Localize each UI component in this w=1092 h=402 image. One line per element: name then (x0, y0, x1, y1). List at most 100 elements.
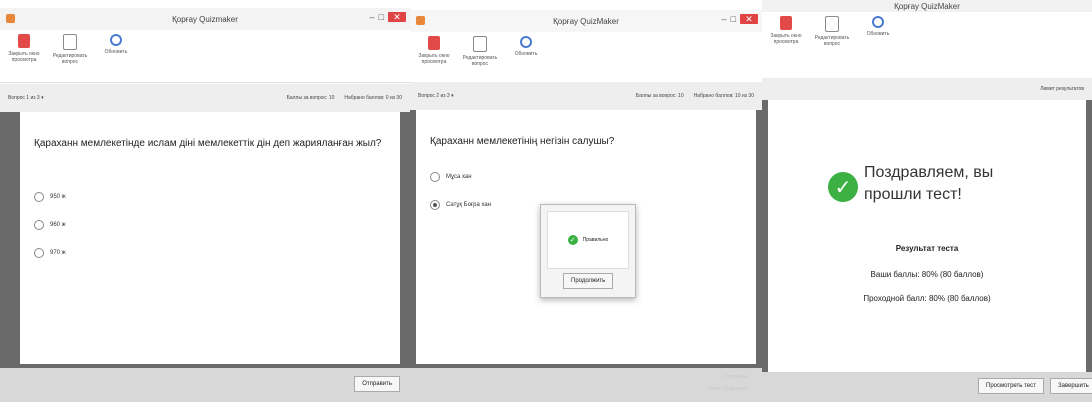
your-score: Ваши баллы: 80% (80 баллов) (870, 270, 984, 279)
window-controls: – □ ✕ (370, 12, 406, 22)
result-title: Результат теста (895, 244, 959, 253)
edit-question-button[interactable]: Редактировать вопрос (460, 32, 500, 82)
submit-button[interactable]: Отправить (354, 376, 400, 392)
continue-button[interactable]: Продолжить (563, 273, 614, 289)
review-test-button[interactable]: Просмотреть тест (978, 378, 1044, 394)
close-preview-button[interactable]: Закрыть окно просмотра (766, 12, 806, 78)
radio-button-selected[interactable] (430, 200, 440, 210)
radio-button[interactable] (430, 172, 440, 182)
bottom-bar: Просмотреть тест Завершить (762, 372, 1092, 402)
close-button[interactable]: ✕ (740, 14, 758, 24)
ribbon: Закрыть окно просмотра Редактировать воп… (0, 30, 410, 83)
question-text: Қараханн мемлекетінде ислам дінi мемлеке… (34, 138, 382, 149)
maximize-button[interactable]: □ (379, 12, 384, 22)
option-label: Мұса хан (446, 174, 472, 180)
window-title: Қорғау Quizmaker (172, 14, 238, 24)
faded-status-label: Ответ отправлен (708, 386, 748, 392)
answer-option[interactable]: 970 ж (34, 248, 66, 258)
edit-doc-icon (63, 34, 77, 50)
ribbon-label: Закрыть окно просмотра (8, 51, 40, 63)
ribbon-label: Редактировать вопрос (814, 35, 850, 47)
result-card: ✓ Поздравляем, вы прошли тест! Результат… (768, 100, 1086, 374)
success-check-icon: ✓ (828, 172, 858, 202)
feedback-popup: ✓ Правильно Продолжить (540, 204, 636, 298)
close-doc-icon (780, 16, 792, 30)
quiz-window-question: Қорғау Quizmaker – □ ✕ Закрыть окно прос… (0, 0, 410, 402)
title-bar: Қорғау Quizmaker – □ ✕ (0, 8, 410, 30)
refresh-button[interactable]: Обновить (96, 30, 136, 82)
edit-doc-icon (825, 16, 839, 32)
window-title: Қорғау QuizMaker (553, 16, 619, 26)
option-label: Сатұқ Боғра хан (446, 202, 492, 208)
close-preview-button[interactable]: Закрыть окно просмотра (4, 30, 44, 82)
ribbon-label: Закрыть окно просмотра (418, 53, 450, 65)
ribbon-label: Закрыть окно просмотра (770, 33, 802, 45)
answer-option[interactable]: 950 ж (34, 192, 66, 202)
result-bar: Лимит результатов (762, 78, 1092, 100)
close-doc-icon (428, 36, 440, 50)
close-doc-icon (18, 34, 30, 48)
refresh-icon (872, 16, 884, 28)
answer-option[interactable]: Мұса хан (430, 172, 472, 182)
radio-button[interactable] (34, 248, 44, 258)
congrats-heading: Поздравляем, вы прошли тест! (864, 164, 994, 203)
bottom-bar: Отправить (0, 368, 410, 402)
ribbon-label: Редактировать вопрос (52, 53, 88, 65)
player-area: Лимит результатов ✓ Поздравляем, вы прош… (762, 78, 1092, 402)
question-card: Қараханн мемлекетінің негізін салушы? Мұ… (416, 110, 756, 364)
question-text: Қараханн мемлекетінің негізін салушы? (430, 136, 615, 147)
radio-button[interactable] (34, 220, 44, 230)
ribbon: Закрыть окно просмотра Редактировать воп… (762, 12, 1092, 79)
ribbon-label: Обновить (514, 51, 538, 57)
edit-question-button[interactable]: Редактировать вопрос (812, 12, 852, 78)
question-bar: Вопрос 1 из 3 ▾ Баллы за вопрос: 10 Набр… (0, 84, 410, 112)
app-icon (416, 16, 425, 25)
answer-option[interactable]: Сатұқ Боғра хан (430, 200, 491, 210)
app-icon (6, 14, 15, 23)
edit-doc-icon (473, 36, 487, 52)
header-right-label: Лимит результатов (1040, 86, 1084, 92)
answer-option[interactable]: 960 ж (34, 220, 66, 230)
close-button[interactable]: ✕ (388, 12, 406, 22)
player-area: Вопрос 2 из 3 ▾ Баллы за вопрос: 10 Набр… (410, 82, 762, 402)
quiz-window-feedback: Қорғау QuizMaker – □ ✕ Закрыть окно прос… (410, 0, 762, 402)
option-label: 960 ж (50, 222, 66, 228)
feedback-message: ✓ Правильно (547, 211, 629, 269)
points-label: Баллы за вопрос: 10 (286, 95, 335, 101)
ribbon-label: Обновить (104, 49, 128, 55)
check-icon: ✓ (567, 235, 578, 245)
option-label: 970 ж (50, 250, 66, 256)
ribbon-label: Обновить (866, 31, 890, 37)
refresh-icon (110, 34, 122, 46)
refresh-button[interactable]: Обновить (858, 12, 898, 78)
title-bar: Қорғау QuizMaker (762, 0, 1092, 12)
feedback-text: Правильно (582, 237, 609, 243)
quiz-window-result: Қорғау QuizMaker Закрыть окно просмотра … (762, 0, 1092, 402)
window-controls: – □ ✕ (722, 14, 758, 24)
faded-submit-label: Отправить (723, 374, 748, 380)
question-selector[interactable]: Вопрос 1 из 3 ▾ (8, 95, 44, 101)
points-label: Баллы за вопрос: 10 (635, 93, 684, 99)
ribbon-label: Редактировать вопрос (462, 55, 498, 67)
bottom-bar: Отправить Ответ отправлен (410, 368, 762, 402)
minimize-button[interactable]: – (370, 12, 375, 22)
finish-button[interactable]: Завершить (1050, 378, 1092, 394)
edit-question-button[interactable]: Редактировать вопрос (50, 30, 90, 82)
option-label: 950 ж (50, 194, 66, 200)
score-label: Набрано баллов: 0 из 30 (344, 95, 402, 101)
radio-button[interactable] (34, 192, 44, 202)
refresh-icon (520, 36, 532, 48)
window-title: Қорғау QuizMaker (894, 1, 960, 11)
close-preview-button[interactable]: Закрыть окно просмотра (414, 32, 454, 82)
score-label: Набрано баллов: 10 из 30 (693, 93, 754, 99)
player-area: Вопрос 1 из 3 ▾ Баллы за вопрос: 10 Набр… (0, 84, 410, 402)
minimize-button[interactable]: – (722, 14, 727, 24)
ribbon: Закрыть окно просмотра Редактировать воп… (410, 32, 762, 83)
question-selector[interactable]: Вопрос 2 из 3 ▾ (418, 93, 454, 99)
title-bar: Қорғау QuizMaker – □ ✕ (410, 10, 762, 32)
question-card: Қараханн мемлекетінде ислам дінi мемлеке… (20, 112, 400, 364)
maximize-button[interactable]: □ (731, 14, 736, 24)
question-bar: Вопрос 2 из 3 ▾ Баллы за вопрос: 10 Набр… (410, 82, 762, 110)
refresh-button[interactable]: Обновить (506, 32, 546, 82)
passing-score: Проходной балл: 80% (80 баллов) (863, 294, 991, 303)
